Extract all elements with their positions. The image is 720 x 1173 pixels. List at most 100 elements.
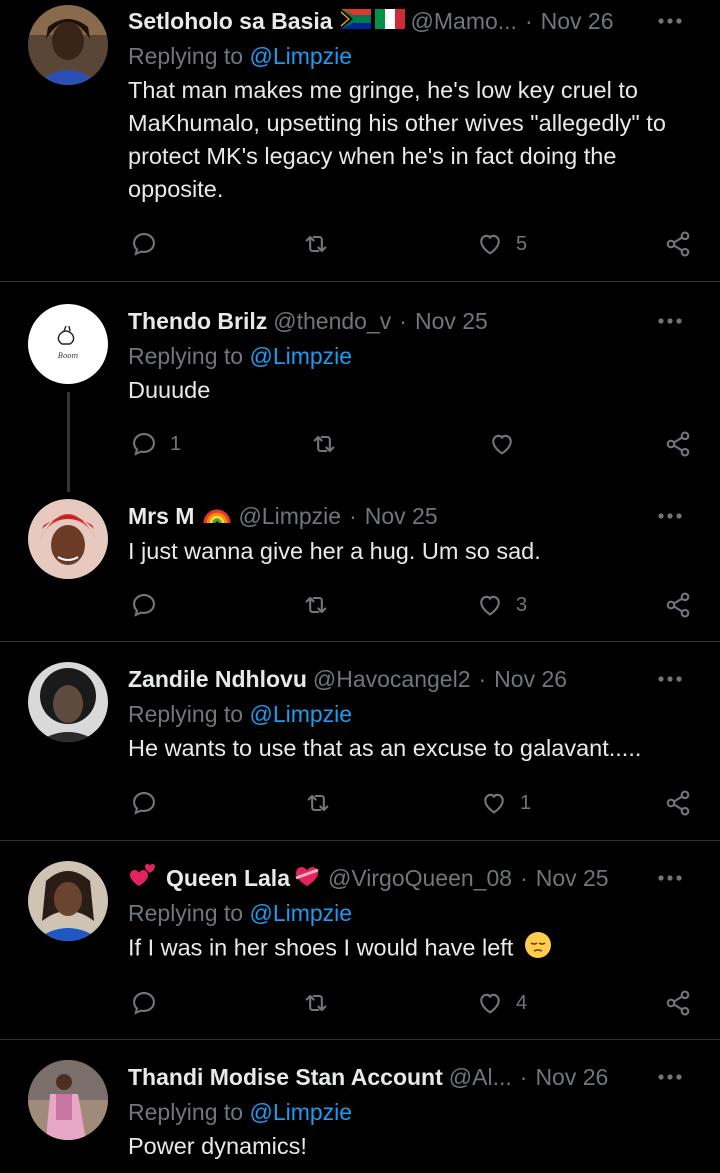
share-button[interactable] (664, 426, 692, 462)
display-name[interactable]: Zandile Ndhlovu (128, 666, 307, 693)
like-button[interactable]: 1 (480, 785, 531, 821)
reply-icon (133, 233, 155, 256)
tweet-text: That man makes me gringe, he's low key c… (128, 77, 666, 202)
tweet-header: Thandi Modise Stan Account @Al... · Nov … (128, 1060, 700, 1094)
reply-button[interactable] (130, 785, 158, 821)
tweet-mrs-m[interactable]: Mrs M @Limpzie · Nov 25 I just wanna giv… (0, 482, 720, 641)
share-button[interactable] (664, 587, 692, 623)
display-name[interactable]: Mrs M (128, 503, 194, 530)
more-dots-icon[interactable] (650, 4, 690, 38)
retweet-button[interactable] (304, 785, 332, 821)
heart-icon (480, 993, 500, 1014)
like-button[interactable]: 5 (476, 226, 527, 262)
tweet-header: Mrs M @Limpzie · Nov 25 (128, 499, 700, 533)
italy-flag-icon (374, 8, 405, 35)
like-button[interactable]: 4 (476, 985, 527, 1021)
retweet-button[interactable] (310, 426, 338, 462)
username[interactable]: @Mamo... (411, 8, 517, 35)
tweet-header: Thendo Brilz @thendo_v · Nov 25 (128, 304, 700, 338)
like-count: 3 (516, 593, 528, 616)
timestamp[interactable]: Nov 25 (536, 865, 609, 892)
timestamp[interactable]: Nov 25 (365, 503, 438, 530)
like-count: 4 (516, 991, 528, 1014)
more-dots-icon[interactable] (650, 304, 690, 338)
avatar[interactable] (28, 5, 108, 85)
tweet-header: Queen Lala @VirgoQueen_08 · Nov 25 (128, 861, 700, 895)
timestamp[interactable]: Nov 26 (535, 1064, 608, 1091)
share-icon (666, 231, 690, 257)
pensive-face-icon (524, 931, 552, 968)
display-name[interactable]: Queen Lala (166, 865, 290, 892)
replying-to-handle[interactable]: @Limpzie (249, 701, 352, 727)
more-dots-icon[interactable] (650, 861, 690, 895)
reply-button[interactable] (130, 226, 158, 262)
share-button[interactable] (664, 226, 692, 262)
replying-to-label: Replying to (128, 701, 250, 727)
reply-button[interactable] (130, 985, 158, 1021)
tweet-actions: 1 (0, 426, 720, 462)
share-button[interactable] (664, 785, 692, 821)
like-button[interactable] (488, 426, 516, 462)
avatar[interactable] (28, 1060, 108, 1140)
retweet-icon (305, 235, 327, 253)
tweet-setloholo[interactable]: Setloholo sa Basia @Mamo... · Nov 26 Rep… (0, 0, 720, 282)
reply-icon (133, 992, 155, 1015)
tweet-text: He wants to use that as an excuse to gal… (128, 735, 642, 761)
heart-with-ribbon-icon (292, 862, 322, 894)
south-africa-flag-icon (340, 8, 371, 35)
like-count: 1 (520, 791, 532, 814)
display-name[interactable]: Thandi Modise Stan Account (128, 1064, 443, 1091)
retweet-button[interactable] (302, 587, 330, 623)
timestamp[interactable]: Nov 25 (415, 308, 488, 335)
avatar[interactable] (28, 499, 108, 579)
reply-button[interactable] (130, 587, 158, 623)
replying-to-handle[interactable]: @Limpzie (249, 1099, 352, 1125)
username[interactable]: @thendo_v (273, 308, 391, 335)
tweet-text: Power dynamics! (128, 1133, 307, 1159)
tweet-header: Setloholo sa Basia @Mamo... · Nov 26 (128, 4, 700, 38)
avatar[interactable] (28, 861, 108, 941)
timestamp[interactable]: Nov 26 (494, 666, 567, 693)
replying-to-handle[interactable]: @Limpzie (249, 900, 352, 926)
timestamp[interactable]: Nov 26 (541, 8, 614, 35)
username[interactable]: @Havocangel2 (313, 666, 471, 693)
retweet-button[interactable] (302, 985, 330, 1021)
separator: · (519, 1063, 528, 1090)
share-icon (666, 990, 690, 1016)
tweet-text-content: If I was in her shoes I would have left (128, 934, 514, 961)
display-name[interactable]: Thendo Brilz (128, 308, 267, 335)
replying-to-handle[interactable]: @Limpzie (249, 43, 352, 69)
tweet-actions: 3 (0, 587, 720, 623)
reply-icon (133, 792, 155, 815)
tweet-thendo[interactable]: Boom Thendo Brilz @thendo_v · Nov 25 Rep… (0, 282, 720, 492)
display-name[interactable]: Setloholo sa Basia (128, 8, 333, 35)
share-button[interactable] (664, 985, 692, 1021)
replying-to: Replying to @Limpzie (128, 38, 700, 74)
username[interactable]: @VirgoQueen_08 (328, 865, 512, 892)
separator: · (349, 502, 357, 529)
more-dots-icon[interactable] (650, 662, 690, 696)
avatar-logo-text: Boom (57, 352, 79, 360)
share-icon (666, 592, 690, 618)
heart-icon (480, 595, 500, 616)
share-icon (666, 431, 690, 457)
replying-to: Replying to @Limpzie (128, 1094, 700, 1130)
retweet-icon (313, 435, 335, 453)
reply-button[interactable]: 1 (130, 426, 181, 462)
like-count: 5 (516, 232, 528, 255)
more-dots-icon[interactable] (650, 499, 690, 533)
tweet-zandile[interactable]: Zandile Ndhlovu @Havocangel2 · Nov 26 Re… (0, 642, 720, 840)
reply-icon (133, 433, 155, 456)
avatar[interactable]: Boom (28, 304, 108, 384)
username[interactable]: @Al... (449, 1064, 512, 1091)
retweet-button[interactable] (302, 226, 330, 262)
avatar[interactable] (28, 662, 108, 742)
username[interactable]: @Limpzie (238, 503, 341, 530)
tweet-thandi[interactable]: Thandi Modise Stan Account @Al... · Nov … (0, 1040, 720, 1173)
like-button[interactable]: 3 (476, 587, 527, 623)
replying-to-handle[interactable]: @Limpzie (249, 343, 352, 369)
tweet-queen-lala[interactable]: Queen Lala @VirgoQueen_08 · Nov 25 Reply… (0, 841, 720, 1039)
share-icon (666, 790, 690, 816)
reply-icon (133, 594, 155, 617)
more-dots-icon[interactable] (650, 1060, 690, 1094)
